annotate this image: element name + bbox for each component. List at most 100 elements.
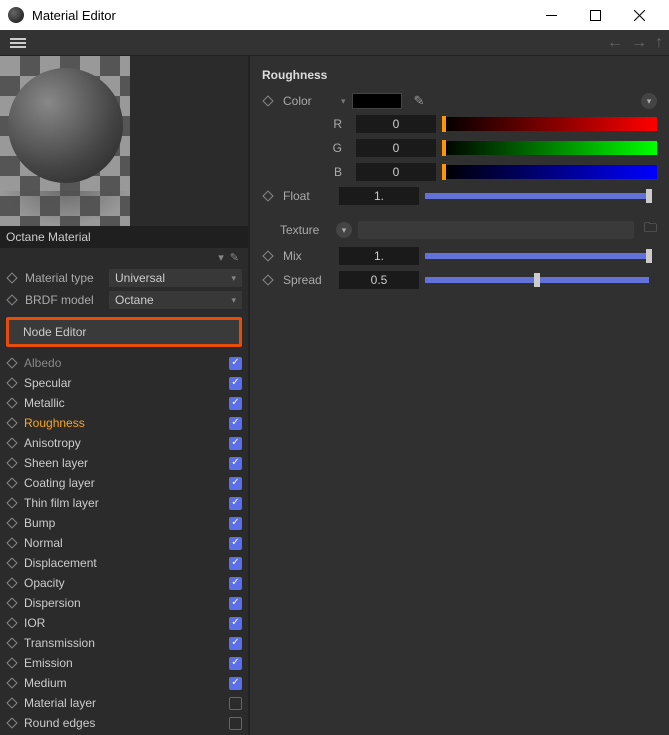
channel-row-specular[interactable]: Specular [0, 373, 248, 393]
channel-checkbox[interactable] [229, 717, 242, 730]
g-value-input[interactable]: 0 [356, 139, 436, 157]
keyframe-diamond-icon[interactable] [262, 95, 273, 106]
node-editor-button[interactable]: Node Editor [6, 317, 242, 347]
material-type-select[interactable]: Universal▾ [109, 269, 242, 287]
channel-checkbox[interactable] [229, 477, 242, 490]
channel-row-displacement[interactable]: Displacement [0, 553, 248, 573]
channel-checkbox[interactable] [229, 417, 242, 430]
channel-row-anisotropy[interactable]: Anisotropy [0, 433, 248, 453]
keyframe-diamond-icon[interactable] [6, 437, 17, 448]
minimize-button[interactable] [529, 1, 573, 29]
dropdown-caret-icon[interactable]: ▾ [215, 251, 227, 264]
maximize-button[interactable] [573, 1, 617, 29]
keyframe-diamond-icon[interactable] [6, 717, 17, 728]
channel-checkbox[interactable] [229, 357, 242, 370]
keyframe-diamond-icon[interactable] [6, 397, 17, 408]
keyframe-diamond-icon[interactable] [6, 677, 17, 688]
keyframe-diamond-icon[interactable] [6, 294, 17, 305]
float-value-input[interactable]: 1. [339, 187, 419, 205]
channel-row-thin-film-layer[interactable]: Thin film layer [0, 493, 248, 513]
brdf-model-select[interactable]: Octane▾ [109, 291, 242, 309]
keyframe-diamond-icon[interactable] [6, 617, 17, 628]
keyframe-diamond-icon[interactable] [6, 377, 17, 388]
channel-label: Emission [24, 656, 229, 670]
channel-checkbox[interactable] [229, 597, 242, 610]
channel-row-transmission[interactable]: Transmission [0, 633, 248, 653]
keyframe-diamond-icon[interactable] [6, 497, 17, 508]
float-slider[interactable] [425, 193, 649, 199]
channel-row-roughness[interactable]: Roughness [0, 413, 248, 433]
channel-label: IOR [24, 616, 229, 630]
channel-checkbox[interactable] [229, 637, 242, 650]
b-value-input[interactable]: 0 [356, 163, 436, 181]
channel-checkbox[interactable] [229, 377, 242, 390]
folder-icon[interactable]: 🗀 [644, 219, 657, 241]
channel-checkbox[interactable] [229, 617, 242, 630]
channel-checkbox[interactable] [229, 557, 242, 570]
channel-checkbox[interactable] [229, 457, 242, 470]
channel-checkbox[interactable] [229, 537, 242, 550]
spread-slider[interactable] [425, 277, 649, 283]
keyframe-diamond-icon[interactable] [262, 190, 273, 201]
keyframe-diamond-icon[interactable] [6, 517, 17, 528]
channel-checkbox[interactable] [229, 497, 242, 510]
texture-options-button[interactable]: ▾ [336, 222, 352, 238]
keyframe-diamond-icon[interactable] [6, 357, 17, 368]
r-slider[interactable] [442, 117, 657, 131]
channel-row-emission[interactable]: Emission [0, 653, 248, 673]
channel-row-bump[interactable]: Bump [0, 513, 248, 533]
channel-row-sheen-layer[interactable]: Sheen layer [0, 453, 248, 473]
nav-up-icon[interactable]: ↑ [655, 34, 663, 52]
eyedropper-icon[interactable]: ✎ [414, 93, 425, 109]
menu-icon[interactable] [6, 32, 30, 54]
channel-checkbox[interactable] [229, 677, 242, 690]
material-type-label: Material type [25, 271, 105, 285]
keyframe-diamond-icon[interactable] [6, 457, 17, 468]
keyframe-diamond-icon[interactable] [262, 274, 273, 285]
channel-label: Transmission [24, 636, 229, 650]
keyframe-diamond-icon[interactable] [6, 477, 17, 488]
keyframe-diamond-icon[interactable] [6, 417, 17, 428]
keyframe-diamond-icon[interactable] [262, 250, 273, 261]
b-slider[interactable] [442, 165, 657, 179]
expand-caret-icon[interactable]: ▾ [341, 96, 346, 107]
eyedropper-icon[interactable]: ✎ [227, 251, 242, 264]
channel-row-material-layer[interactable]: Material layer [0, 693, 248, 713]
channel-row-albedo[interactable]: Albedo [0, 353, 248, 373]
channel-row-coating-layer[interactable]: Coating layer [0, 473, 248, 493]
channel-label: Medium [24, 676, 229, 690]
channel-checkbox[interactable] [229, 397, 242, 410]
nav-forward-icon[interactable]: → [631, 34, 647, 52]
mix-slider[interactable] [425, 253, 649, 259]
channel-row-dispersion[interactable]: Dispersion [0, 593, 248, 613]
g-slider[interactable] [442, 141, 657, 155]
keyframe-diamond-icon[interactable] [6, 537, 17, 548]
texture-field[interactable] [358, 221, 634, 239]
close-button[interactable] [617, 1, 661, 29]
keyframe-diamond-icon[interactable] [6, 657, 17, 668]
mix-value-input[interactable]: 1. [339, 247, 419, 265]
channel-row-ior[interactable]: IOR [0, 613, 248, 633]
channel-row-round-edges[interactable]: Round edges [0, 713, 248, 733]
channel-checkbox[interactable] [229, 437, 242, 450]
channel-row-metallic[interactable]: Metallic [0, 393, 248, 413]
keyframe-diamond-icon[interactable] [6, 597, 17, 608]
keyframe-diamond-icon[interactable] [6, 577, 17, 588]
channel-checkbox[interactable] [229, 697, 242, 710]
keyframe-diamond-icon[interactable] [6, 637, 17, 648]
channel-checkbox[interactable] [229, 577, 242, 590]
channel-checkbox[interactable] [229, 517, 242, 530]
channel-row-opacity[interactable]: Opacity [0, 573, 248, 593]
keyframe-diamond-icon[interactable] [6, 697, 17, 708]
keyframe-diamond-icon[interactable] [6, 272, 17, 283]
channel-row-normal[interactable]: Normal [0, 533, 248, 553]
color-swatch[interactable] [352, 93, 402, 109]
keyframe-diamond-icon[interactable] [6, 557, 17, 568]
spread-value-input[interactable]: 0.5 [339, 271, 419, 289]
nav-back-icon[interactable]: ← [607, 34, 623, 52]
material-preview[interactable] [0, 56, 248, 226]
r-value-input[interactable]: 0 [356, 115, 436, 133]
channel-row-medium[interactable]: Medium [0, 673, 248, 693]
channel-checkbox[interactable] [229, 657, 242, 670]
color-options-button[interactable]: ▾ [641, 93, 657, 109]
